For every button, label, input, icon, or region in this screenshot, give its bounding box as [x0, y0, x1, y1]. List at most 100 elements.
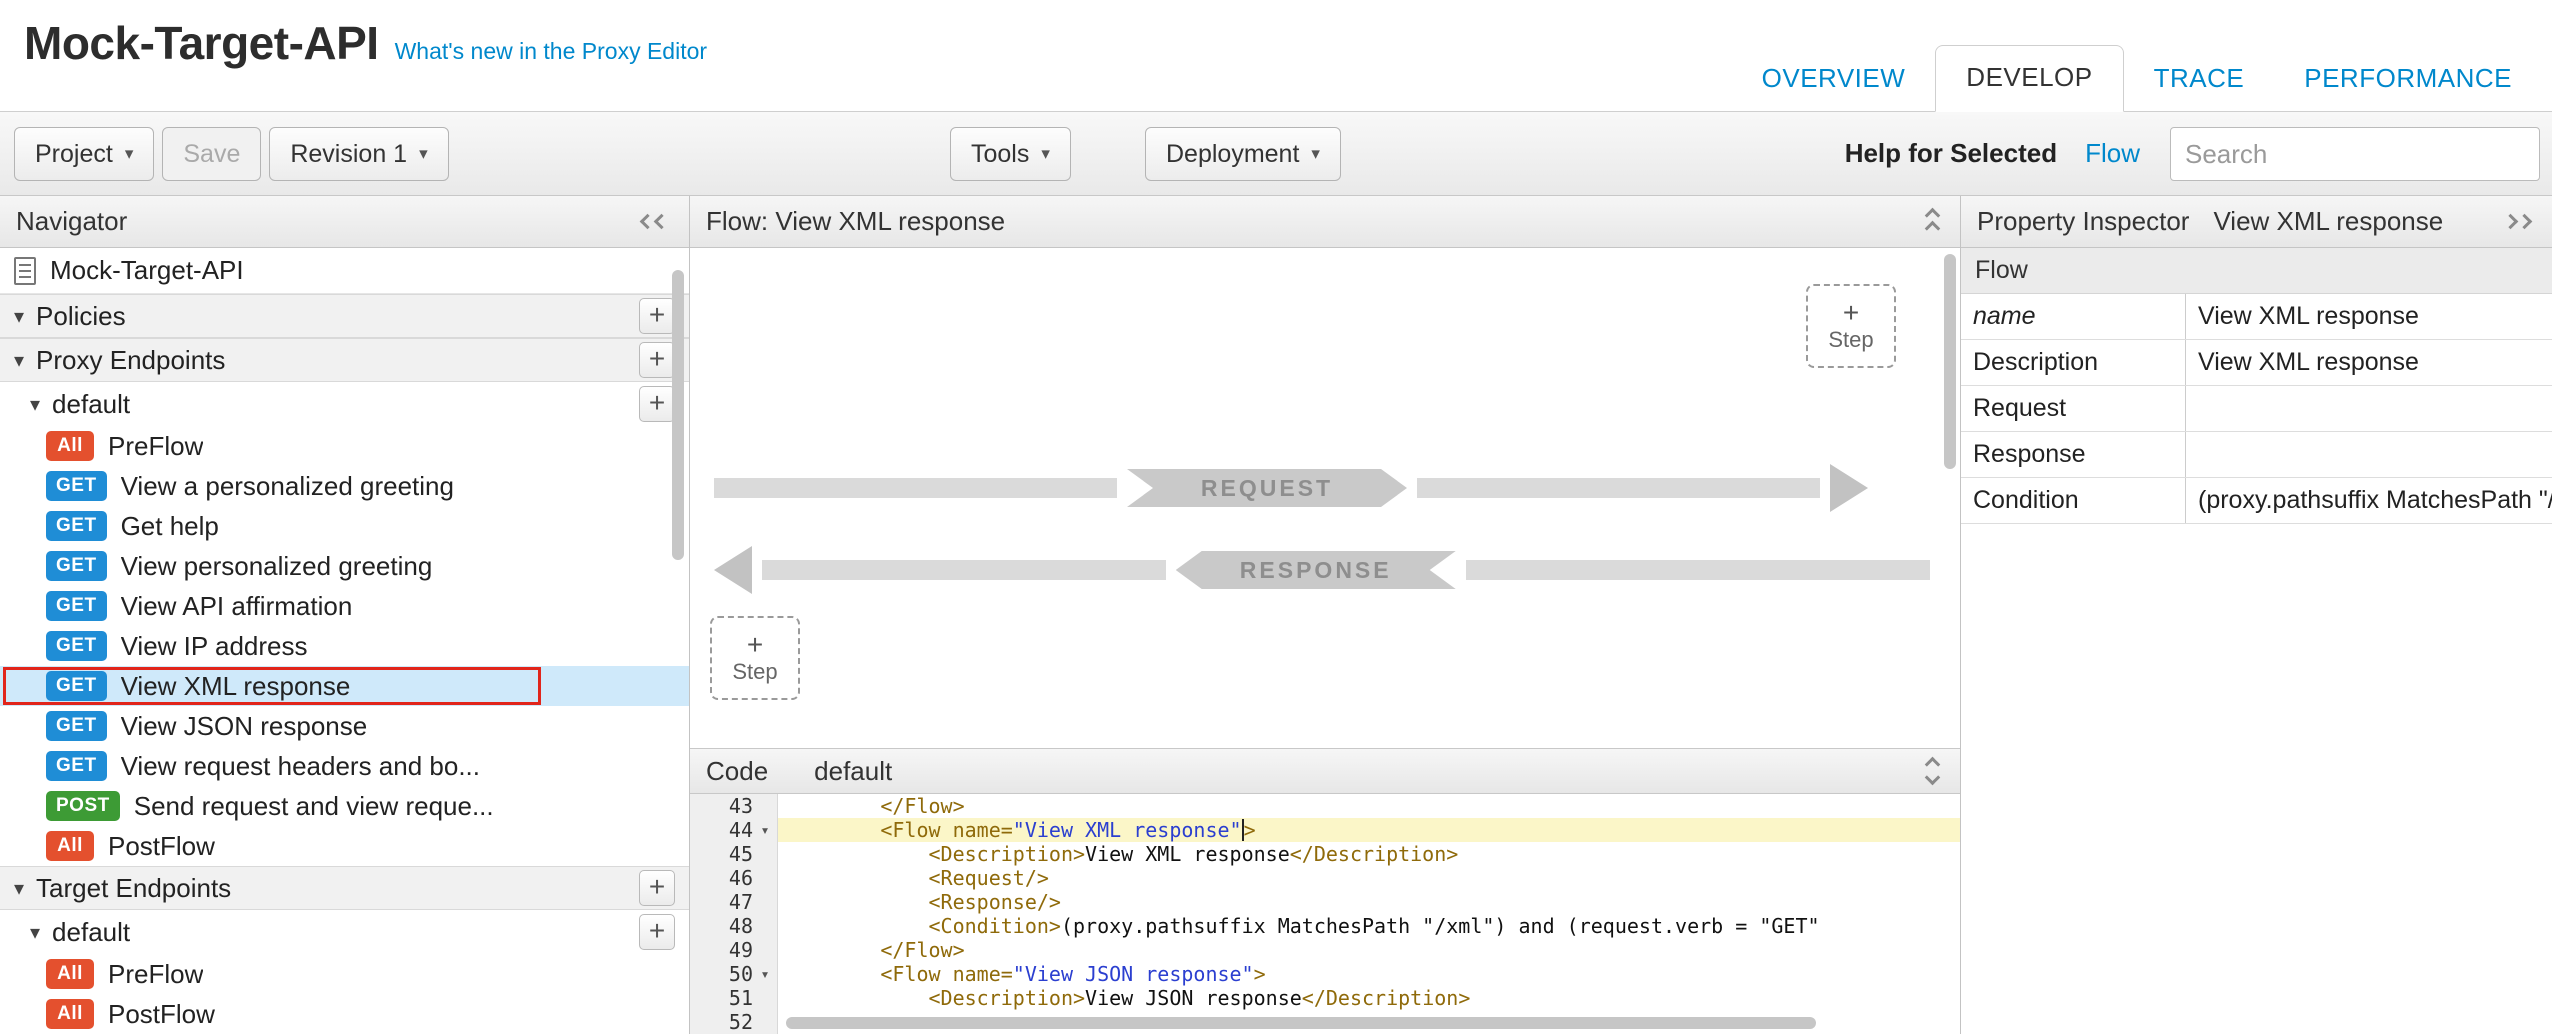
navigator-flow-postflow[interactable]: AllPostFlow — [0, 994, 689, 1034]
navigator-flow-view-xml-response[interactable]: GETView XML response — [0, 666, 689, 706]
help-flow-link[interactable]: Flow — [2085, 138, 2140, 169]
navigator-endpoint-default[interactable]: ▾default+ — [0, 382, 689, 426]
code-title: Code — [706, 756, 768, 787]
property-value[interactable] — [2186, 432, 2552, 477]
navigator-endpoint-default[interactable]: ▾ default + — [0, 910, 689, 954]
line-number: 45 — [729, 842, 753, 866]
navigator-flow-view-a-personalized-greeting[interactable]: GETView a personalized greeting — [0, 466, 689, 506]
property-value[interactable] — [2186, 386, 2552, 431]
property-value[interactable]: View XML response — [2186, 294, 2552, 339]
add-step-button-bottom[interactable]: + Step — [710, 616, 800, 700]
add-button[interactable]: + — [639, 914, 675, 950]
tab-performance[interactable]: PERFORMANCE — [2274, 47, 2542, 112]
add-button[interactable]: + — [639, 342, 675, 378]
add-button[interactable]: + — [639, 386, 675, 422]
canvas-scrollbar[interactable] — [1944, 254, 1956, 469]
code-token: View XML response — [1085, 842, 1290, 866]
method-badge: All — [46, 959, 94, 989]
navigator-flow-view-json-response[interactable]: GETView JSON response — [0, 706, 689, 746]
code-text: <Flow name="View XML response"> — [778, 818, 1960, 842]
chevron-down-icon: ▾ — [419, 144, 428, 164]
property-row-description: Description View XML response — [1961, 340, 2552, 386]
chevron-down-icon — [1925, 770, 1941, 786]
flow-line — [714, 478, 1117, 498]
code-line-49[interactable]: 49 </Flow> — [690, 938, 1960, 962]
navigator-flow-view-personalized-greeting[interactable]: GETView personalized greeting — [0, 546, 689, 586]
navigator-flow-view-api-affirmation[interactable]: GETView API affirmation — [0, 586, 689, 626]
method-badge: POST — [46, 791, 120, 821]
code-text: <Description>View XML response</Descript… — [778, 842, 1960, 866]
code-editor-area: 43 </Flow>44▾ <Flow name="View XML respo… — [690, 794, 1960, 1034]
request-flow-arrow: REQUEST — [714, 466, 1868, 510]
code-text: <Description>View JSON response</Descrip… — [778, 986, 1960, 1010]
tools-menu-button[interactable]: Tools ▾ — [950, 127, 1071, 181]
add-step-button-top[interactable]: + Step — [1806, 284, 1896, 368]
collapse-caret-icon[interactable]: ▾ — [14, 876, 24, 901]
navigator-flow-preflow[interactable]: AllPreFlow — [0, 954, 689, 994]
nav-row-label: default — [52, 917, 130, 948]
nav-row-label: View a personalized greeting — [121, 471, 454, 502]
navigator-section-policies[interactable]: ▾Policies+ — [0, 294, 689, 338]
fold-toggle-icon[interactable]: ▾ — [753, 821, 777, 839]
deployment-menu-button[interactable]: Deployment ▾ — [1145, 127, 1341, 181]
collapse-caret-icon[interactable]: ▾ — [14, 348, 24, 373]
search-input[interactable] — [2170, 127, 2540, 181]
property-inspector-subtitle: View XML response — [2213, 206, 2443, 237]
resize-code-panel-icon[interactable] — [1921, 753, 1944, 789]
line-number-gutter: 51 — [690, 986, 778, 1010]
navigator-flow-view-ip-address[interactable]: GETView IP address — [0, 626, 689, 666]
collapse-caret-icon[interactable]: ▾ — [30, 920, 40, 945]
add-button[interactable]: + — [639, 870, 675, 906]
whats-new-link[interactable]: What's new in the Proxy Editor — [395, 38, 707, 65]
navigator-flow-preflow[interactable]: AllPreFlow — [0, 426, 689, 466]
code-token: <Condition> — [784, 914, 1061, 938]
project-menu-button[interactable]: Project ▾ — [14, 127, 154, 181]
tab-overview[interactable]: OVERVIEW — [1732, 47, 1936, 112]
page-title: Mock-Target-API — [24, 16, 379, 70]
code-line-50[interactable]: 50▾ <Flow name="View JSON response"> — [690, 962, 1960, 986]
tab-develop[interactable]: DEVELOP — [1935, 45, 2123, 112]
property-value[interactable]: (proxy.pathsuffix MatchesPath "/xml") an… — [2186, 478, 2552, 523]
save-button[interactable]: Save — [162, 127, 261, 181]
code-token: (proxy.pathsuffix MatchesPath "/xml") an… — [1061, 914, 1820, 938]
code-line-46[interactable]: 46 <Request/> — [690, 866, 1960, 890]
code-line-44[interactable]: 44▾ <Flow name="View XML response"> — [690, 818, 1960, 842]
collapse-caret-icon[interactable]: ▾ — [30, 392, 40, 417]
fold-toggle-icon[interactable]: ▾ — [753, 965, 777, 983]
property-label: name — [1961, 294, 2186, 339]
line-number-gutter: 43 — [690, 794, 778, 818]
code-token: <Flow name= — [784, 818, 1013, 842]
navigator-scrollbar[interactable] — [672, 270, 684, 560]
code-line-47[interactable]: 47 <Response/> — [690, 890, 1960, 914]
tab-trace[interactable]: TRACE — [2124, 47, 2275, 112]
code-tab-default[interactable]: default — [814, 756, 892, 787]
navigator-root-mock-target-api[interactable]: Mock-Target-API — [0, 248, 689, 294]
navigator-flow-view-request-headers-and-bo[interactable]: GETView request headers and bo... — [0, 746, 689, 786]
code-text: <Flow name="View JSON response"> — [778, 962, 1960, 986]
code-line-45[interactable]: 45 <Description>View XML response</Descr… — [690, 842, 1960, 866]
navigator-flow-postflow[interactable]: AllPostFlow — [0, 826, 689, 866]
code-token: <Request/> — [784, 866, 1049, 890]
collapse-caret-icon[interactable]: ▾ — [14, 304, 24, 329]
navigator-section-target-endpoints[interactable]: ▾Target Endpoints+ — [0, 866, 689, 910]
code-line-43[interactable]: 43 </Flow> — [690, 794, 1960, 818]
document-icon — [14, 257, 36, 285]
property-row-request: Request — [1961, 386, 2552, 432]
collapse-navigator-icon[interactable] — [636, 210, 673, 233]
code-token: > — [1244, 818, 1256, 842]
code-token: </Flow> — [784, 794, 965, 818]
code-line-51[interactable]: 51 <Description>View JSON response</Desc… — [690, 986, 1960, 1010]
revision-menu-button[interactable]: Revision 1 ▾ — [269, 127, 448, 181]
property-value[interactable]: View XML response — [2186, 340, 2552, 385]
collapse-flow-panel-icon[interactable] — [1921, 204, 1944, 240]
nav-row-label: PostFlow — [108, 999, 215, 1030]
navigator-section-proxy-endpoints[interactable]: ▾Proxy Endpoints+ — [0, 338, 689, 382]
code-horizontal-scrollbar[interactable] — [786, 1017, 1816, 1029]
code-line-48[interactable]: 48 <Condition>(proxy.pathsuffix MatchesP… — [690, 914, 1960, 938]
expand-inspector-icon[interactable] — [2499, 210, 2536, 233]
navigator-flow-get-help[interactable]: GETGet help — [0, 506, 689, 546]
line-number: 50 — [729, 962, 753, 986]
code-token: <Response/> — [784, 890, 1061, 914]
navigator-flow-send-request-and-view-reque[interactable]: POSTSend request and view reque... — [0, 786, 689, 826]
add-button[interactable]: + — [639, 298, 675, 334]
